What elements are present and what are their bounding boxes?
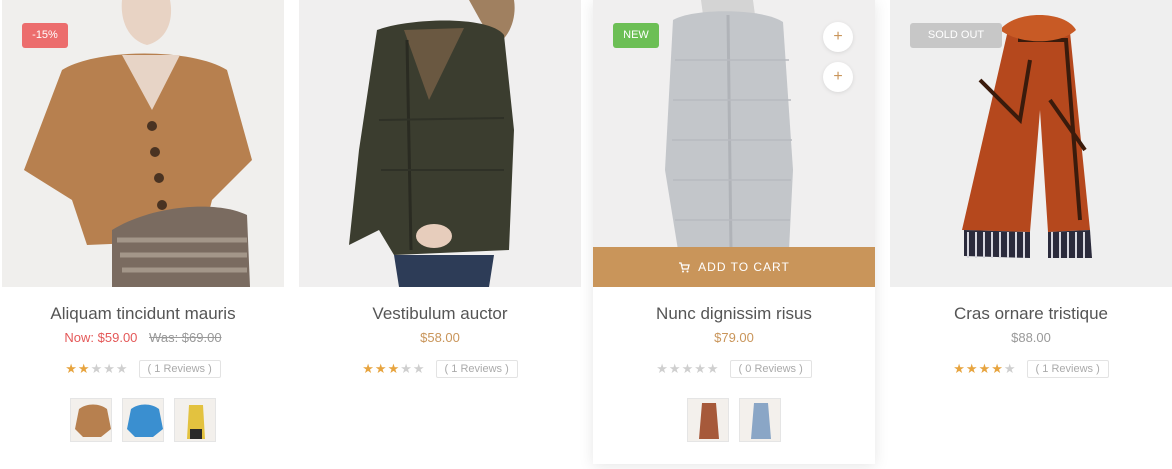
price-row: $58.00 xyxy=(299,330,581,346)
product-image[interactable]: New + + Add to cart xyxy=(593,0,875,287)
star-empty-icon: ★ xyxy=(1003,361,1017,376)
brown-sweater-swatch[interactable] xyxy=(70,398,112,442)
star-filled-icon: ★ xyxy=(65,361,78,376)
color-swatches xyxy=(2,398,284,442)
star-empty-icon: ★ xyxy=(668,361,682,376)
sale-price: Now: $59.00 xyxy=(64,330,138,345)
original-price: Was: $69.00 xyxy=(149,330,222,345)
price-row: $79.00 xyxy=(593,330,875,346)
star-empty-icon: ★ xyxy=(694,361,707,376)
star-empty-icon: ★ xyxy=(656,361,669,376)
star-filled-icon: ★ xyxy=(953,361,966,376)
product-title[interactable]: Vestibulum auctor xyxy=(299,304,581,324)
add-to-cart-label: Add to cart xyxy=(698,260,790,274)
product-info: Aliquam tincidunt mauris Now: $59.00 Was… xyxy=(2,287,284,442)
product-card[interactable]: Vestibulum auctor $58.00 ★★★★★ ( 1 Revie… xyxy=(299,0,581,469)
product-image[interactable] xyxy=(299,0,581,287)
product-card[interactable]: -15% Aliquam tincidunt mauris Now: $59.0… xyxy=(2,0,284,469)
product-card[interactable]: New + + Add to cart Nunc dignissim risus… xyxy=(593,0,875,464)
cart-icon xyxy=(678,261,690,273)
product-price: $79.00 xyxy=(714,330,754,345)
add-to-cart-button[interactable]: Add to cart xyxy=(593,247,875,287)
plus-icon[interactable]: + xyxy=(823,22,853,52)
product-image[interactable]: -15% xyxy=(2,0,284,287)
reviews-count[interactable]: ( 1 Reviews ) xyxy=(138,360,221,378)
star-filled-icon: ★ xyxy=(978,361,992,376)
rating-row: ★★★★★ ( 1 Reviews ) xyxy=(890,360,1172,378)
product-title[interactable]: Cras ornare tristique xyxy=(890,304,1172,324)
star-rating: ★★★★★ xyxy=(656,361,719,377)
yellow-sweater-swatch[interactable] xyxy=(174,398,216,442)
star-rating: ★★★★★ xyxy=(65,361,128,377)
price-row: Now: $59.00 Was: $69.00 xyxy=(2,330,284,346)
price-row: $88.00 xyxy=(890,330,1172,346)
star-filled-icon: ★ xyxy=(77,361,91,376)
product-info: Cras ornare tristique $88.00 ★★★★★ ( 1 R… xyxy=(890,287,1172,378)
star-empty-icon: ★ xyxy=(103,361,116,376)
reviews-count[interactable]: ( 0 Reviews ) xyxy=(729,360,812,378)
rust-coat-swatch[interactable] xyxy=(687,398,729,442)
reviews-count[interactable]: ( 1 Reviews ) xyxy=(1026,360,1109,378)
product-card[interactable]: Sold out Cras ornare tristique $88.00 ★★… xyxy=(890,0,1172,469)
sale-badge: -15% xyxy=(22,23,68,48)
quick-actions: + + xyxy=(823,22,853,92)
reviews-count[interactable]: ( 1 Reviews ) xyxy=(435,360,518,378)
rating-row: ★★★★★ ( 1 Reviews ) xyxy=(299,360,581,378)
product-grid: -15% Aliquam tincidunt mauris Now: $59.0… xyxy=(0,0,1172,469)
color-swatches xyxy=(593,398,875,442)
sold-out-badge: Sold out xyxy=(910,23,1002,48)
new-badge: New xyxy=(613,23,659,48)
product-price: $58.00 xyxy=(420,330,460,345)
product-image[interactable]: Sold out xyxy=(890,0,1172,287)
blue-coat-swatch[interactable] xyxy=(739,398,781,442)
rating-row: ★★★★★ ( 1 Reviews ) xyxy=(2,360,284,378)
star-filled-icon: ★ xyxy=(991,361,1004,376)
star-rating: ★★★★★ xyxy=(953,361,1016,377)
star-empty-icon: ★ xyxy=(400,361,413,376)
product-title[interactable]: Nunc dignissim risus xyxy=(593,304,875,324)
rating-row: ★★★★★ ( 0 Reviews ) xyxy=(593,360,875,378)
product-info: Nunc dignissim risus $79.00 ★★★★★ ( 0 Re… xyxy=(593,287,875,442)
product-title[interactable]: Aliquam tincidunt mauris xyxy=(2,304,284,324)
star-filled-icon: ★ xyxy=(387,361,401,376)
star-empty-icon: ★ xyxy=(706,361,720,376)
star-filled-icon: ★ xyxy=(374,361,388,376)
star-empty-icon: ★ xyxy=(90,361,104,376)
plus-icon[interactable]: + xyxy=(823,62,853,92)
star-filled-icon: ★ xyxy=(362,361,375,376)
star-empty-icon: ★ xyxy=(681,361,695,376)
star-filled-icon: ★ xyxy=(965,361,979,376)
star-empty-icon: ★ xyxy=(115,361,129,376)
star-empty-icon: ★ xyxy=(412,361,426,376)
blue-sweater-swatch[interactable] xyxy=(122,398,164,442)
star-rating: ★★★★★ xyxy=(362,361,425,377)
product-info: Vestibulum auctor $58.00 ★★★★★ ( 1 Revie… xyxy=(299,287,581,378)
product-price: $88.00 xyxy=(1011,330,1051,345)
